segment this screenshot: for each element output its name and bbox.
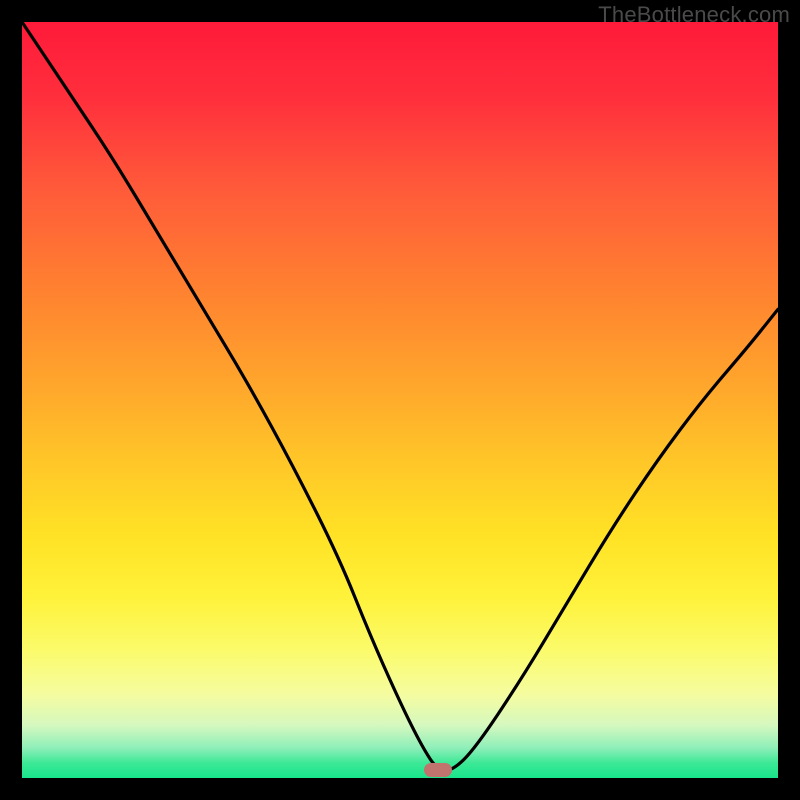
curve-path bbox=[22, 22, 778, 770]
chart-frame: TheBottleneck.com bbox=[0, 0, 800, 800]
optimal-marker bbox=[424, 763, 452, 777]
watermark-text: TheBottleneck.com bbox=[598, 2, 790, 28]
bottleneck-curve bbox=[22, 22, 778, 778]
